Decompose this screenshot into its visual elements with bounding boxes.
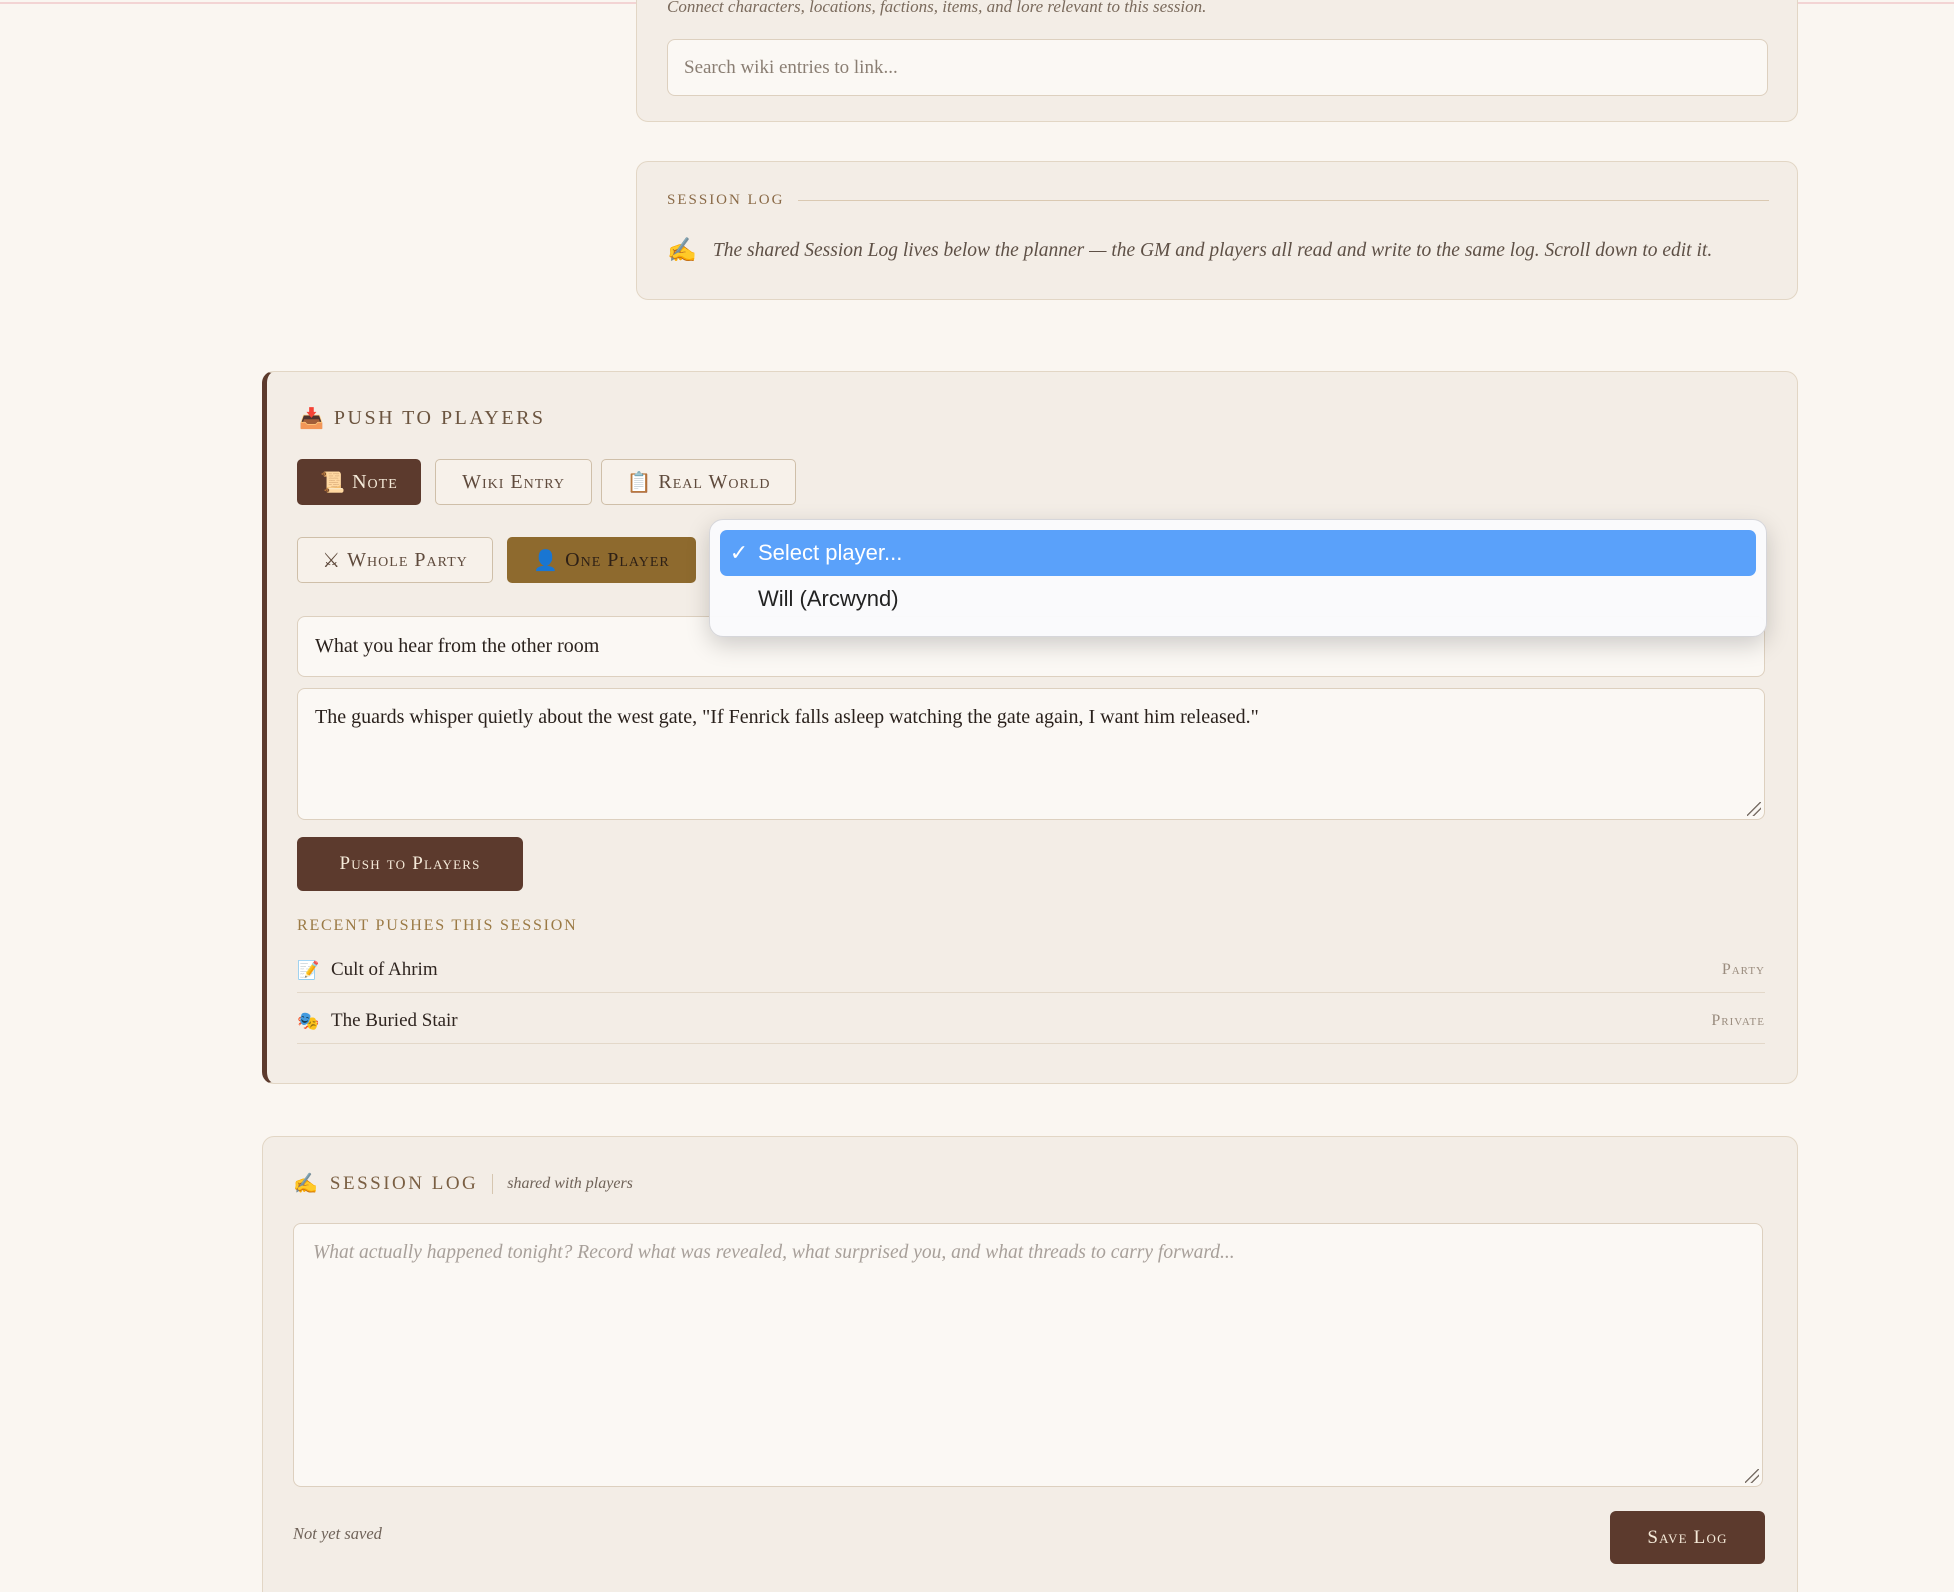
session-log-note-card: Session Log ✍ The shared Session Log liv… (636, 161, 1798, 300)
tab-real-world-label: Real World (658, 470, 771, 493)
session-log-card: ✍ Session Log shared with players What a… (262, 1136, 1798, 1592)
recent-push-scope: Private (1711, 1012, 1765, 1029)
inbox-tray-icon: 📥 (299, 408, 324, 430)
player-option-label: Will (Arcwynd) (758, 586, 899, 611)
resize-handle[interactable] (1745, 1469, 1759, 1483)
tab-note[interactable]: 📜 Note (297, 459, 421, 505)
tab-real-world[interactable]: 📋 Real World (601, 459, 796, 505)
heading-rule (798, 200, 1769, 201)
recent-push-name: The Buried Stair (331, 1010, 458, 1031)
session-log-note-title: Session Log (667, 192, 785, 208)
resize-handle[interactable] (1747, 802, 1761, 816)
push-body-text: The guards whisper quietly about the wes… (315, 706, 1259, 728)
divider (492, 1173, 494, 1194)
player-option-label: Select player... (758, 540, 903, 565)
notepad-icon: 📋 (626, 471, 653, 494)
session-log-note-heading: Session Log (667, 192, 1769, 209)
checkmark-icon: ✓ (729, 540, 749, 565)
list-item[interactable]: 🎭 The Buried Stair Private (297, 993, 1765, 1044)
session-log-placeholder: What actually happened tonight? Record w… (313, 1242, 1235, 1263)
player-option-will[interactable]: Will (Arcwynd) (720, 576, 1756, 622)
player-select-dropdown[interactable]: ✓ Select player... Will (Arcwynd) (709, 519, 1767, 637)
tab-note-label: Note (352, 470, 398, 493)
session-log-textarea[interactable]: What actually happened tonight? Record w… (293, 1223, 1763, 1487)
one-player-label: One Player (565, 548, 670, 571)
push-body-textarea[interactable]: The guards whisper quietly about the wes… (297, 688, 1765, 820)
tab-wiki-entry-label: Wiki Entry (462, 470, 565, 493)
writing-hand-icon: ✍ (667, 238, 697, 264)
bust-silhouette-icon: 👤 (533, 549, 560, 572)
session-log-heading: ✍ Session Log shared with players (293, 1171, 633, 1196)
save-log-button[interactable]: Save Log (1610, 1511, 1765, 1564)
tab-wiki-entry[interactable]: Wiki Entry (435, 459, 592, 505)
whole-party-button[interactable]: ⚔ Whole Party (297, 537, 493, 583)
session-log-title: Session Log (329, 1172, 479, 1194)
scroll-icon: 📜 (320, 471, 347, 494)
player-option-select[interactable]: ✓ Select player... (720, 530, 1756, 576)
masks-icon: 🎭 (297, 1010, 320, 1031)
push-title: 📥 Push to Players (299, 406, 546, 431)
session-log-subtitle: shared with players (507, 1174, 633, 1192)
recent-pushes-heading: Recent Pushes This Session (297, 917, 578, 934)
push-to-players-button[interactable]: Push to Players (297, 837, 523, 891)
wiki-link-hint: Connect characters, locations, factions,… (667, 0, 1207, 16)
writing-hand-icon: ✍ (293, 1173, 318, 1195)
linked-wiki-card: Connect characters, locations, factions,… (636, 0, 1798, 122)
recent-pushes-list: 📝 Cult of Ahrim Party 🎭 The Buried Stair… (297, 942, 1765, 1044)
recent-push-name: Cult of Ahrim (331, 959, 438, 980)
memo-icon: 📝 (297, 959, 320, 980)
recent-push-scope: Party (1721, 961, 1765, 978)
session-log-note-text: The shared Session Log lives below the p… (712, 239, 1713, 261)
list-item[interactable]: 📝 Cult of Ahrim Party (297, 942, 1765, 993)
wiki-search-input[interactable]: Search wiki entries to link... (667, 39, 1768, 96)
one-player-button[interactable]: 👤 One Player (507, 537, 696, 583)
whole-party-label: Whole Party (347, 548, 468, 571)
crossed-swords-icon: ⚔ (322, 549, 342, 572)
push-title-text: Push to Players (333, 407, 546, 429)
session-log-note: ✍ The shared Session Log lives below the… (667, 236, 1712, 265)
save-status: Not yet saved (293, 1524, 382, 1543)
push-to-players-card: 📥 Push to Players 📜 Note Wiki Entry 📋 Re… (262, 371, 1798, 1084)
